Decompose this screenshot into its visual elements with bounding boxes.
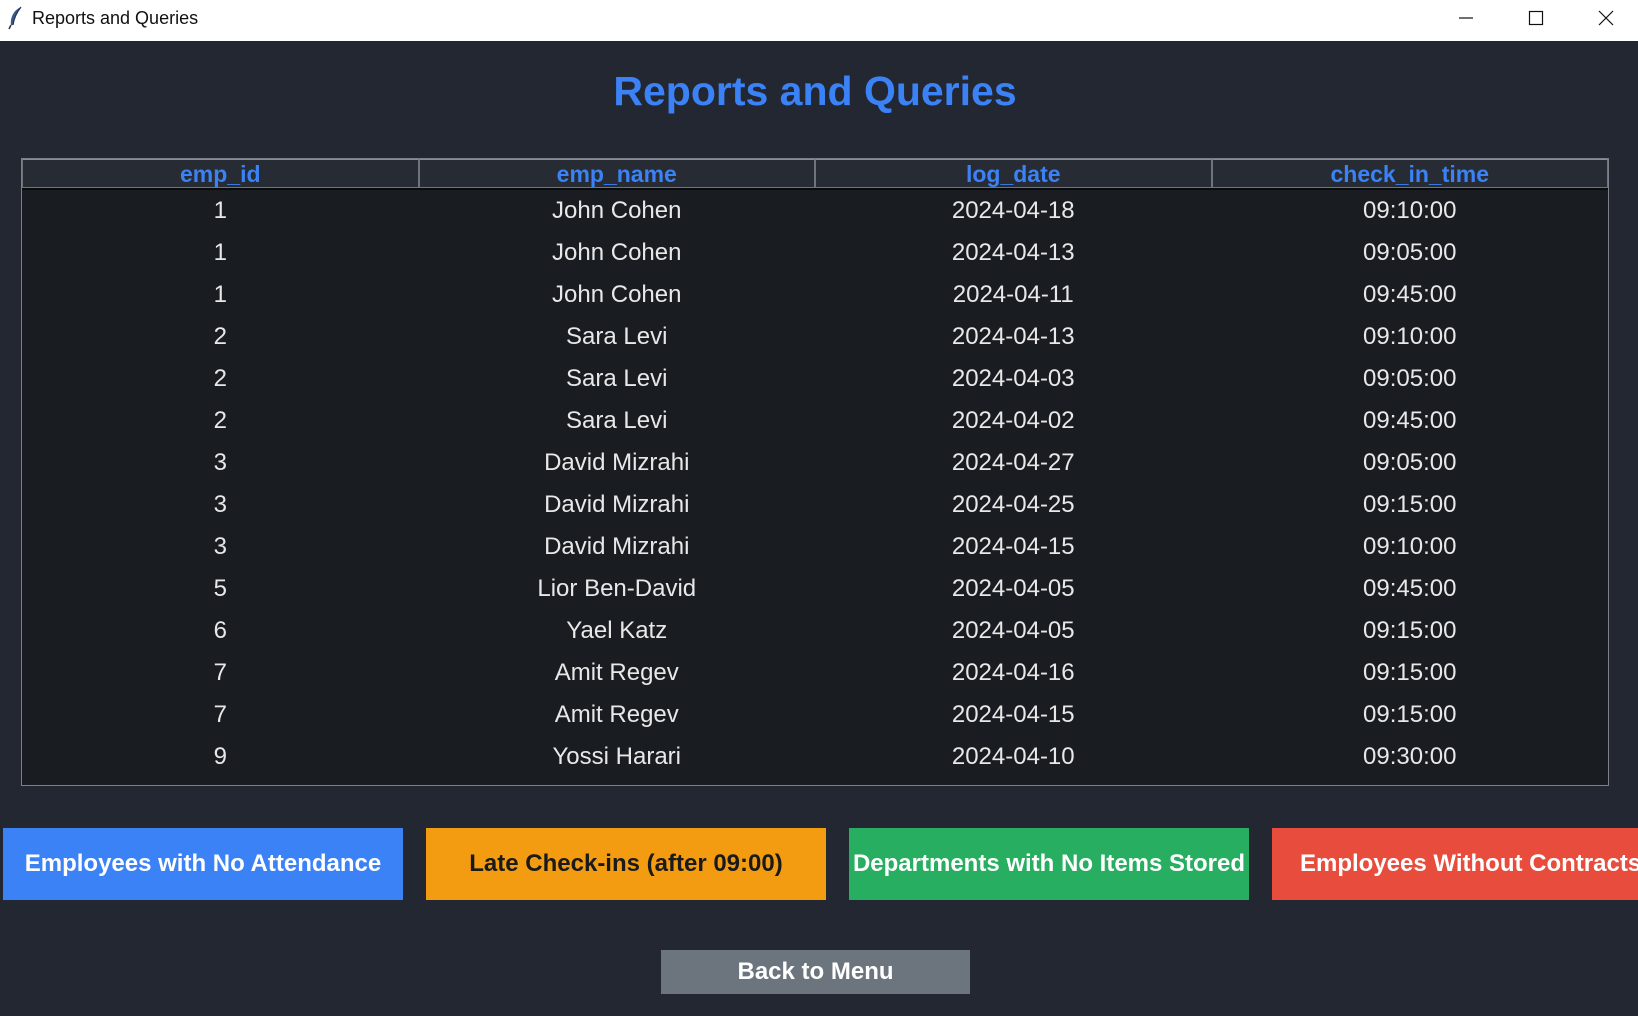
cell-emp-id: 6 (213, 617, 227, 644)
cell-emp-name: Sara Levi (566, 407, 668, 434)
cell-log-date: 2024-04-27 (951, 449, 1075, 476)
cell-check-in-time: 09:30:00 (1363, 743, 1457, 770)
table-row[interactable]: 3 David Mizrahi 2024-04-15 09:10:00 (22, 526, 1608, 568)
table-row[interactable]: 6 Yael Katz 2024-04-05 09:15:00 (22, 610, 1608, 652)
cell-emp-name: John Cohen (552, 197, 682, 224)
employees-no-attendance-button[interactable]: Employees with No Attendance (3, 828, 403, 900)
cell-log-date: 2024-04-15 (951, 533, 1075, 560)
close-icon (1598, 10, 1614, 26)
column-header-emp-id[interactable]: emp_id (22, 159, 419, 188)
table-row[interactable]: 1 John Cohen 2024-04-11 09:45:00 (22, 274, 1608, 316)
maximize-button[interactable] (1502, 0, 1570, 36)
cell-log-date: 2024-04-16 (951, 659, 1075, 686)
feather-icon (6, 6, 26, 30)
table-body: 1 John Cohen 2024-04-18 09:10:00 1 John … (22, 190, 1608, 778)
cell-log-date: 2024-04-15 (951, 701, 1075, 728)
cell-emp-name: David Mizrahi (544, 491, 690, 518)
cell-check-in-time: 09:05:00 (1363, 449, 1457, 476)
cell-check-in-time: 09:10:00 (1363, 533, 1457, 560)
cell-check-in-time: 09:15:00 (1363, 617, 1457, 644)
cell-check-in-time: 09:45:00 (1363, 407, 1457, 434)
back-to-menu-button[interactable]: Back to Menu (661, 950, 970, 994)
cell-emp-name: Yossi Harari (552, 743, 682, 770)
cell-check-in-time: 09:05:00 (1363, 365, 1457, 392)
cell-log-date: 2024-04-13 (951, 239, 1075, 266)
cell-log-date: 2024-04-25 (951, 491, 1075, 518)
cell-emp-id: 1 (213, 239, 227, 266)
cell-log-date: 2024-04-13 (951, 323, 1075, 350)
cell-emp-name: Amit Regev (554, 701, 679, 728)
table-row[interactable]: 2 Sara Levi 2024-04-13 09:10:00 (22, 316, 1608, 358)
cell-log-date: 2024-04-03 (951, 365, 1075, 392)
table-row[interactable]: 9 Yossi Harari 2024-04-10 09:30:00 (22, 736, 1608, 778)
late-checkins-button[interactable]: Late Check-ins (after 09:00) (426, 828, 826, 900)
cell-log-date: 2024-04-05 (951, 617, 1075, 644)
cell-check-in-time: 09:05:00 (1363, 239, 1457, 266)
column-header-log-date[interactable]: log_date (815, 159, 1212, 188)
cell-emp-name: David Mizrahi (544, 533, 690, 560)
cell-emp-id: 3 (213, 533, 227, 560)
table-row[interactable]: 7 Amit Regev 2024-04-16 09:15:00 (22, 652, 1608, 694)
cell-emp-name: David Mizrahi (544, 449, 690, 476)
title-bar: Reports and Queries (0, 0, 1638, 42)
close-button[interactable] (1572, 0, 1638, 36)
table-header: emp_id emp_name log_date check_in_time (22, 159, 1608, 190)
employees-without-contracts-button[interactable]: Employees Without Contracts (1272, 828, 1638, 900)
cell-emp-id: 7 (213, 659, 227, 686)
cell-log-date: 2024-04-05 (951, 575, 1075, 602)
cell-check-in-time: 09:45:00 (1363, 281, 1457, 308)
client-area: Reports and Queries emp_id emp_name log_… (0, 41, 1638, 1016)
cell-emp-id: 2 (213, 407, 227, 434)
cell-log-date: 2024-04-18 (951, 197, 1075, 224)
cell-emp-id: 5 (213, 575, 227, 602)
cell-check-in-time: 09:15:00 (1363, 491, 1457, 518)
table-row[interactable]: 1 John Cohen 2024-04-18 09:10:00 (22, 190, 1608, 232)
table-row[interactable]: 2 Sara Levi 2024-04-02 09:45:00 (22, 400, 1608, 442)
cell-log-date: 2024-04-10 (951, 743, 1075, 770)
cell-emp-id: 9 (213, 743, 227, 770)
departments-no-items-button[interactable]: Departments with No Items Stored (849, 828, 1249, 900)
table-row[interactable]: 5 Lior Ben-David 2024-04-05 09:45:00 (22, 568, 1608, 610)
maximize-icon (1528, 10, 1544, 26)
cell-emp-id: 3 (213, 449, 227, 476)
table-row[interactable]: 3 David Mizrahi 2024-04-27 09:05:00 (22, 442, 1608, 484)
cell-emp-id: 2 (213, 323, 227, 350)
cell-emp-name: John Cohen (552, 239, 682, 266)
cell-log-date: 2024-04-02 (951, 407, 1075, 434)
cell-emp-id: 1 (213, 281, 227, 308)
cell-emp-name: Sara Levi (566, 323, 668, 350)
minimize-icon (1458, 10, 1474, 26)
cell-emp-name: Amit Regev (554, 659, 679, 686)
cell-emp-id: 3 (213, 491, 227, 518)
cell-emp-id: 2 (213, 365, 227, 392)
cell-check-in-time: 09:10:00 (1363, 323, 1457, 350)
cell-check-in-time: 09:15:00 (1363, 659, 1457, 686)
cell-emp-name: John Cohen (552, 281, 682, 308)
column-header-check-in-time[interactable]: check_in_time (1211, 159, 1608, 188)
app-window: Reports and Queries Reports and Queries … (0, 0, 1638, 1016)
cell-emp-name: Sara Levi (566, 365, 668, 392)
cell-emp-id: 1 (213, 197, 227, 224)
minimize-button[interactable] (1432, 0, 1500, 36)
page-title: Reports and Queries (613, 68, 1017, 114)
table-row[interactable]: 1 John Cohen 2024-04-13 09:05:00 (22, 232, 1608, 274)
cell-check-in-time: 09:10:00 (1363, 197, 1457, 224)
table-row[interactable]: 7 Amit Regev 2024-04-15 09:15:00 (22, 694, 1608, 736)
cell-emp-name: Lior Ben-David (537, 575, 697, 602)
cell-check-in-time: 09:45:00 (1363, 575, 1457, 602)
cell-emp-name: Yael Katz (566, 617, 668, 644)
table-row[interactable]: 3 David Mizrahi 2024-04-25 09:15:00 (22, 484, 1608, 526)
cell-log-date: 2024-04-11 (952, 281, 1074, 308)
column-header-emp-name[interactable]: emp_name (418, 159, 815, 188)
window-title: Reports and Queries (32, 8, 199, 28)
table-row[interactable]: 2 Sara Levi 2024-04-03 09:05:00 (22, 358, 1608, 400)
cell-check-in-time: 09:15:00 (1363, 701, 1457, 728)
results-table[interactable]: emp_id emp_name log_date check_in_time 1… (21, 158, 1609, 786)
cell-emp-id: 7 (213, 701, 227, 728)
